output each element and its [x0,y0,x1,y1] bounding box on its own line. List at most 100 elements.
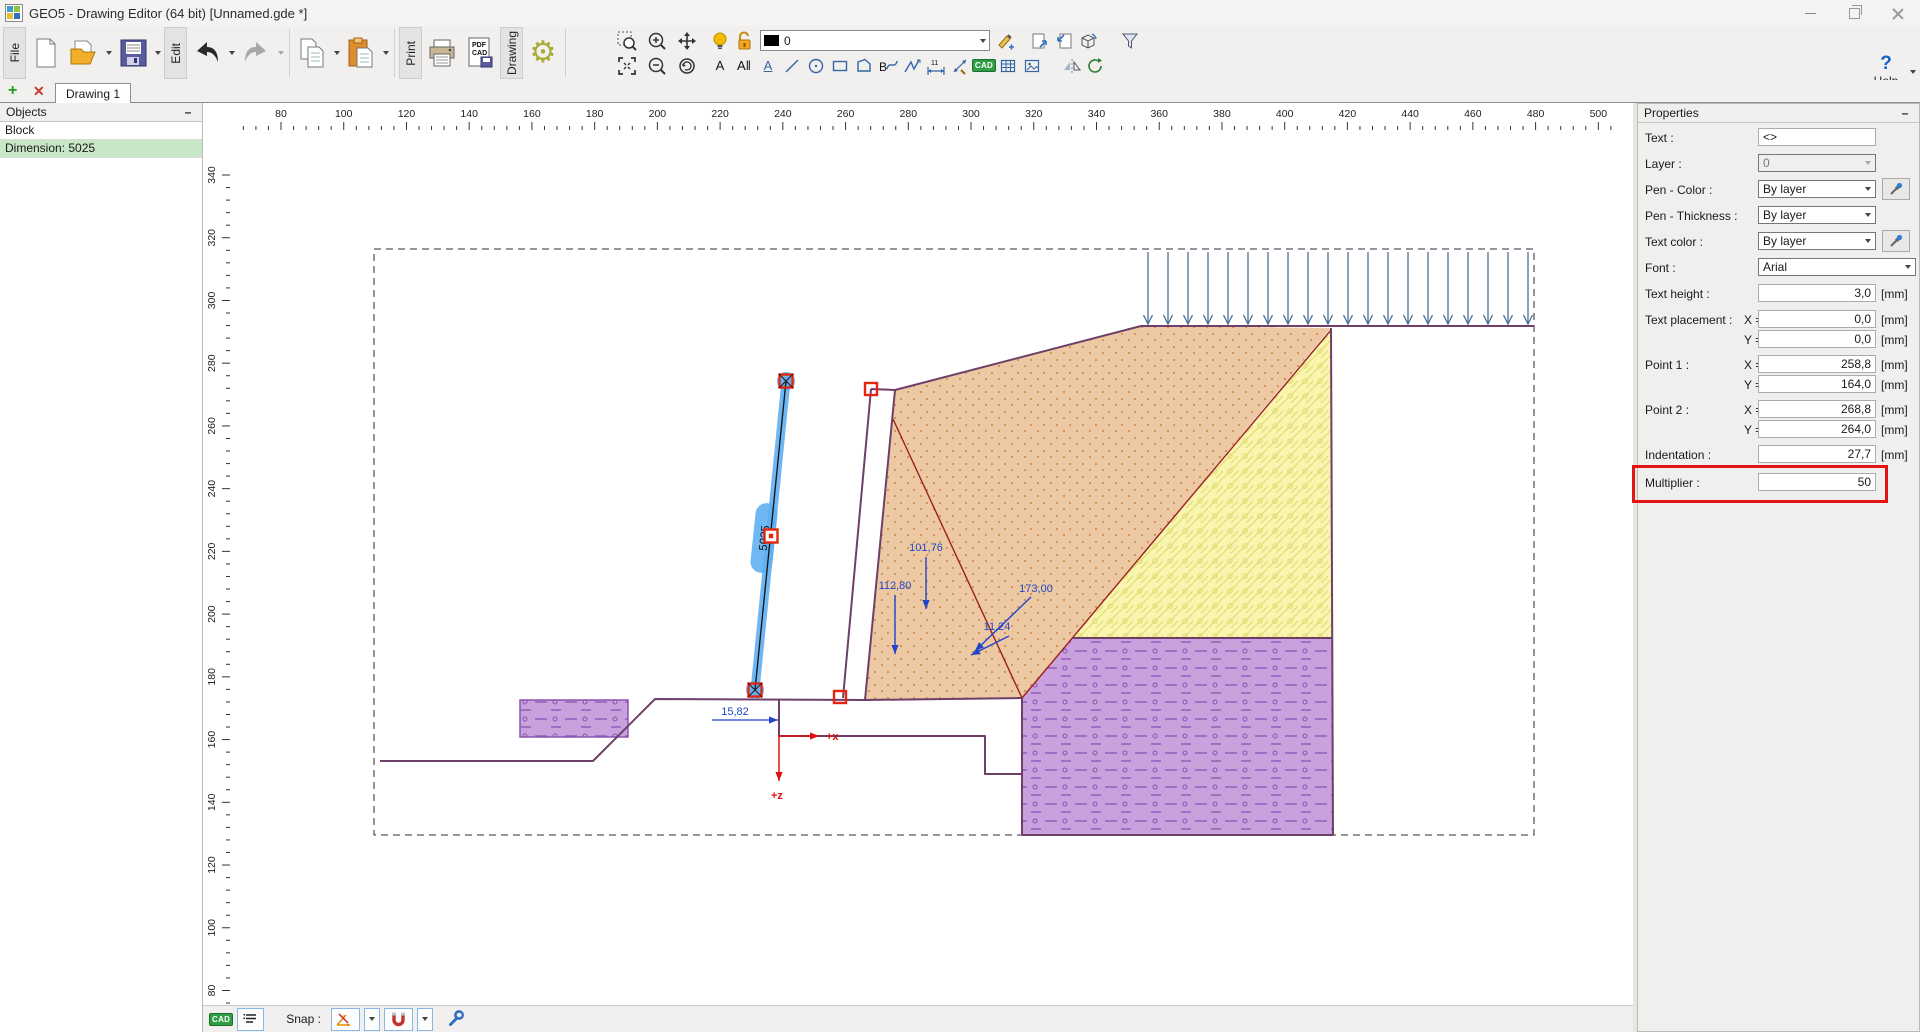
svg-text:+z: +z [771,790,783,802]
point2-y-input[interactable]: 264,0 [1758,420,1876,438]
print-menu-button[interactable]: Print [399,27,422,79]
spline-tool-button[interactable]: B [876,54,900,77]
layer-lock-button[interactable] [732,29,756,52]
circle-tool-button[interactable] [804,54,828,77]
text-placement-y-input[interactable]: 0,0 [1758,330,1876,348]
rectangle-tool-button[interactable] [828,54,852,77]
line-tool-button[interactable] [780,54,804,77]
pen-color-select[interactable]: By layer [1758,180,1876,198]
snap-mode-button[interactable] [331,1008,360,1031]
paste-view-button[interactable] [1052,29,1076,52]
restore-button[interactable] [1832,0,1876,26]
settings-button[interactable]: ⚙ [524,28,562,78]
svg-text:200: 200 [649,108,667,120]
paste-dropdown[interactable] [380,28,391,78]
minimize-icon [1805,13,1816,14]
drawing-menu-button[interactable]: Drawing [500,27,523,79]
rotate-button[interactable] [1084,54,1108,77]
text-placement-x-input[interactable]: 0,0 [1758,310,1876,328]
copy-dropdown[interactable] [331,28,342,78]
mirror-button[interactable] [1060,54,1084,77]
image-tool-button[interactable] [1020,54,1044,77]
zoom-out-button[interactable] [642,53,672,78]
table-tool-button[interactable] [996,54,1020,77]
magnet-snap-dropdown[interactable] [417,1008,433,1031]
print-button[interactable] [423,28,461,78]
dimension-tool-button[interactable]: 11 [924,54,948,77]
point2-x-input[interactable]: 268,8 [1758,400,1876,418]
new-file-button[interactable] [27,28,65,78]
add-tab-button[interactable]: + [8,82,17,100]
svg-text:120: 120 [206,856,218,874]
font-select[interactable]: Arial [1758,258,1916,276]
svg-text:460: 460 [1464,108,1482,120]
polyline-tool-button[interactable] [900,54,924,77]
text-color-picker-button[interactable] [1882,230,1910,252]
save-button[interactable] [114,28,152,78]
pen-color-picker-button[interactable] [1882,178,1910,200]
dimension-edit-icon [951,57,969,75]
snap-mode-dropdown[interactable] [364,1008,380,1031]
undo-button[interactable] [188,28,226,78]
open-dropdown[interactable] [103,28,114,78]
undo-dropdown[interactable] [226,28,237,78]
file-menu-button[interactable]: File [3,27,26,79]
view-3d-button[interactable] [1076,29,1100,52]
paste-button[interactable] [342,28,380,78]
filter-button[interactable] [1118,29,1142,52]
multiline-text-button[interactable]: A‖ [732,54,756,77]
zoom-in-button[interactable] [642,28,672,53]
minimize-button[interactable] [1788,0,1832,26]
pen-thickness-select[interactable]: By layer [1758,206,1876,224]
chevron-down-icon [1861,161,1875,165]
display-options-button[interactable] [237,1008,264,1031]
text-height-input[interactable]: 3,0 [1758,284,1876,302]
point1-x-input[interactable]: 258,8 [1758,355,1876,373]
multiplier-input[interactable]: 50 [1758,473,1876,491]
zoom-window-button[interactable] [612,28,642,53]
drawing-canvas[interactable]: 8010012014016018020022024026028030032034… [203,103,1633,1005]
redo-dropdown[interactable] [275,28,286,78]
pan-button[interactable] [672,28,702,53]
zoom-tools [612,28,702,78]
svg-text:340: 340 [206,166,218,184]
svg-text:140: 140 [460,108,478,120]
layer-visibility-button[interactable] [708,29,732,52]
zoom-fit-button[interactable] [612,53,642,78]
text-tool-button[interactable]: A [708,54,732,77]
svg-text:PDF: PDF [472,42,487,49]
dimension-edit-button[interactable] [948,54,972,77]
snap-settings-button[interactable] [447,1009,465,1030]
magnet-snap-button[interactable] [384,1008,413,1031]
active-layer-select[interactable]: 0 [760,30,990,51]
close-tab-button[interactable]: ✕ [33,83,45,100]
polygon-tool-button[interactable] [852,54,876,77]
copy-button[interactable] [293,28,331,78]
object-item-block[interactable]: Block [0,122,202,140]
edit-menu-button[interactable]: Edit [164,27,187,79]
image-icon [1023,57,1041,75]
indentation-input[interactable]: 27,7 [1758,445,1876,463]
point1-y-input[interactable]: 164,0 [1758,375,1876,393]
text-style-button[interactable]: A [756,54,780,77]
svg-text:CAD: CAD [472,50,487,57]
cad-mode-badge[interactable]: CAD [209,1013,233,1026]
chevron-down-icon [155,51,161,55]
redo-button[interactable] [237,28,275,78]
layer-manager-button[interactable] [994,29,1018,52]
text-input[interactable]: <> [1758,128,1876,146]
cad-tool-button[interactable]: CAD [972,54,996,77]
object-item-dimension[interactable]: Dimension: 5025 [0,140,202,158]
zoom-previous-button[interactable] [672,53,702,78]
open-file-button[interactable] [65,28,103,78]
zoom-fit-icon [617,56,637,76]
save-dropdown[interactable] [152,28,163,78]
collapse-objects-button[interactable]: – [180,106,196,118]
tab-drawing-1[interactable]: Drawing 1 [55,83,131,104]
collapse-properties-button[interactable]: – [1897,107,1913,119]
pdf-cad-button[interactable]: PDFCAD [461,28,499,78]
layer-select[interactable]: 0 [1758,154,1876,172]
text-color-select[interactable]: By layer [1758,232,1876,250]
close-button[interactable] [1876,0,1920,26]
copy-view-button[interactable] [1028,29,1052,52]
